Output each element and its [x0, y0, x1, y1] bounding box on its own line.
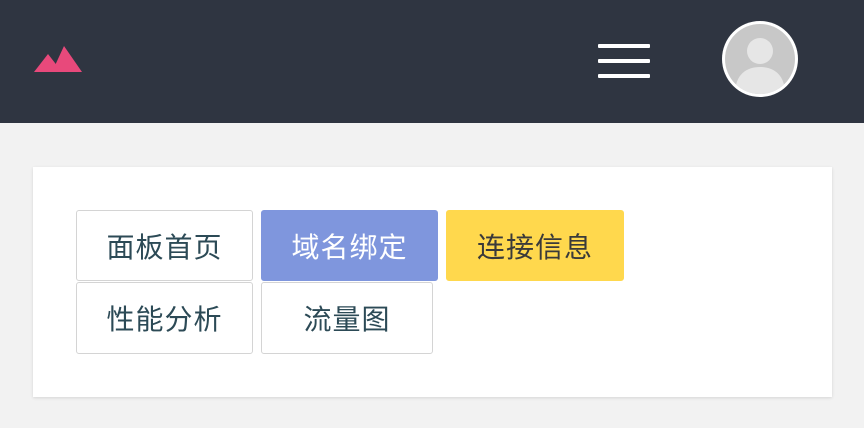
- tab-dashboard-home[interactable]: 面板首页: [76, 210, 253, 281]
- nav-button-panel: 面板首页 域名绑定 连接信息 性能分析 流量图: [33, 167, 832, 397]
- tab-domain-binding[interactable]: 域名绑定: [261, 210, 438, 281]
- user-avatar-icon: [725, 24, 795, 94]
- top-navbar: [0, 0, 864, 123]
- user-avatar[interactable]: [722, 21, 798, 97]
- tab-traffic-chart[interactable]: 流量图: [261, 282, 433, 354]
- tab-connection-info[interactable]: 连接信息: [446, 210, 624, 281]
- hamburger-menu-icon[interactable]: [596, 42, 652, 80]
- mountain-logo-icon[interactable]: [34, 46, 84, 74]
- tab-performance-analysis[interactable]: 性能分析: [76, 282, 253, 354]
